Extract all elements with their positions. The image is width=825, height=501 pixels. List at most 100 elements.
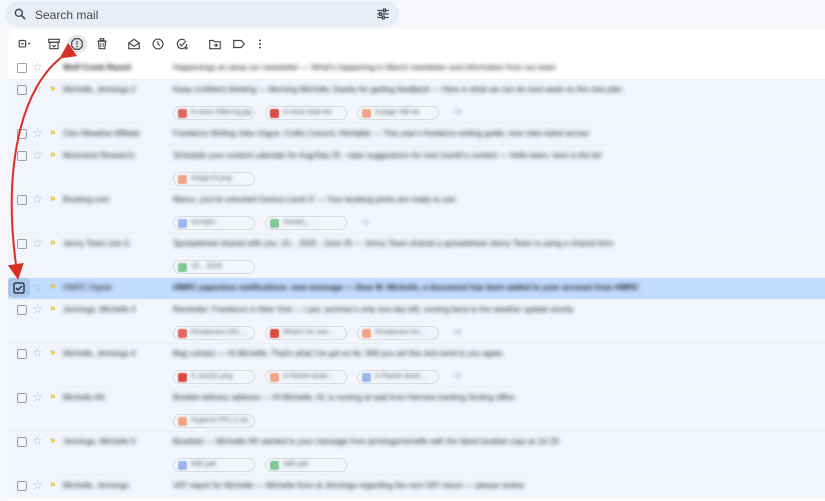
star-icon[interactable]: ☆: [32, 126, 43, 140]
importance-marker-icon[interactable]: »: [50, 127, 56, 138]
email-row-main[interactable]: ☆ » Booking.com Marco, you've unlocked Geni…: [8, 190, 825, 212]
more-attachments-count[interactable]: +2: [453, 373, 461, 380]
row-checkbox[interactable]: [17, 85, 27, 95]
row-checkbox[interactable]: [17, 349, 27, 359]
attachment-chip[interactable]: A Packer.book...: [357, 370, 439, 384]
more-attachments-count[interactable]: +3: [453, 109, 461, 116]
move-to-button[interactable]: [206, 35, 224, 53]
more-options-button[interactable]: [254, 35, 266, 53]
attachment-name: 10... 2025: [191, 263, 223, 270]
snooze-button[interactable]: [149, 35, 167, 53]
email-row[interactable]: ☆ » Jennings, Michelle 4 Reminder: Freelanc…: [8, 300, 825, 344]
importance-marker-icon[interactable]: »: [50, 193, 56, 204]
star-icon[interactable]: ☆: [32, 148, 43, 162]
row-checkbox[interactable]: [17, 151, 27, 161]
star-icon[interactable]: ☆: [32, 302, 43, 316]
star-icon[interactable]: ☆: [32, 192, 43, 206]
search-input[interactable]: Search mail: [35, 8, 98, 22]
archive-button[interactable]: [45, 35, 63, 53]
attachment-chip[interactable]: A news Offering.jpg: [173, 106, 255, 120]
email-row-main[interactable]: ☆ » Michelle, Jennings 2 Keep confident thi…: [8, 80, 825, 102]
email-row[interactable]: ☆ » HMRC Digital HMRC paperless notificatio…: [8, 278, 825, 300]
row-checkbox[interactable]: [17, 129, 27, 139]
email-row-main[interactable]: ☆ » Jennings, Michelle 5 Booklets — Michell…: [8, 432, 825, 454]
star-icon[interactable]: ☆: [32, 390, 43, 404]
attachment-chip[interactable]: IMG.pdf: [265, 458, 347, 472]
star-icon[interactable]: ☆: [32, 346, 43, 360]
attachment-chip[interactable]: A Packer.book...: [265, 370, 347, 384]
mail-list-panel: ☆ Wolf Creek Ranch Happenings at camp our …: [8, 29, 825, 501]
star-icon[interactable]: ☆: [32, 82, 43, 96]
importance-marker-icon[interactable]: »: [50, 281, 56, 292]
email-row[interactable]: ☆ » Cleo Meadow Affiliate Freelance Writing…: [8, 124, 825, 146]
report-spam-button[interactable]: [67, 35, 87, 53]
attachment-chip[interactable]: Hygiene PP1.1.xls: [173, 414, 255, 428]
email-row[interactable]: ☆ » Jenny Team (via G. Spreadsheet shared w…: [8, 234, 825, 278]
star-icon[interactable]: ☆: [32, 236, 43, 250]
row-checkbox[interactable]: [17, 481, 27, 491]
star-icon[interactable]: ☆: [32, 280, 43, 294]
star-icon[interactable]: ☆: [32, 434, 43, 448]
row-checkbox[interactable]: [17, 63, 27, 73]
star-icon[interactable]: ☆: [32, 60, 43, 74]
email-row-main[interactable]: ☆ » Michelle, Jennings VAT report for Miche…: [8, 476, 825, 498]
folder-move-icon: [209, 39, 221, 50]
attachment-chip[interactable]: IMG.pdf: [173, 458, 255, 472]
email-row-main[interactable]: ☆ » Michelle, Jennings 4 Bag contact — Hi M…: [8, 344, 825, 366]
email-row[interactable]: ☆ » Michelle, Jennings 4 Bag contact — Hi M…: [8, 344, 825, 388]
attachment-chip[interactable]: A page HM eit: [357, 106, 439, 120]
attachment-chip[interactable]: image15.png: [173, 172, 255, 186]
importance-marker-icon[interactable]: »: [50, 149, 56, 160]
email-row-main[interactable]: ☆ » Jenny Team (via G. Spreadsheet shared w…: [8, 234, 825, 256]
selected-checkbox-highlight[interactable]: [8, 278, 30, 297]
attachment-chip[interactable]: 10... 2025: [173, 260, 255, 274]
checkbox-dropdown-icon: [18, 39, 31, 48]
email-row-main[interactable]: ☆ » Cleo Meadow Affiliate Freelance Writing…: [8, 124, 825, 146]
email-row-main[interactable]: ☆ » Moonshot Research Schedule your content…: [8, 146, 825, 168]
star-icon[interactable]: ☆: [32, 478, 43, 492]
attachment-chip[interactable]: A news lead list.: [265, 106, 347, 120]
select-all-checkbox[interactable]: [14, 35, 36, 53]
email-row[interactable]: ☆ Wolf Creek Ranch Happenings at camp our …: [8, 58, 825, 80]
importance-marker-icon[interactable]: »: [50, 435, 56, 446]
attachment-chip[interactable]: Restaurant loc...: [357, 326, 439, 340]
add-to-tasks-button[interactable]: [173, 35, 191, 53]
attachment-chip[interactable]: receipts: [173, 216, 255, 230]
labels-button[interactable]: [230, 35, 248, 53]
attachment-chip[interactable]: receipt_...: [265, 216, 347, 230]
email-sender: Jennings, Michelle 5: [63, 437, 136, 446]
importance-marker-icon[interactable]: »: [50, 83, 56, 94]
more-attachments-count[interactable]: +2: [453, 329, 461, 336]
email-sender: Jenny Team (via G.: [63, 239, 132, 248]
importance-marker-icon[interactable]: »: [50, 237, 56, 248]
importance-marker-icon[interactable]: »: [50, 347, 56, 358]
search-bar[interactable]: Search mail: [5, 1, 399, 27]
attachment-chip[interactable]: What's for sea...: [265, 326, 347, 340]
email-row[interactable]: ☆ » Jennings, Michelle 5 Booklets — Michell…: [8, 432, 825, 476]
more-attachments-count[interactable]: +1: [361, 219, 369, 226]
importance-marker-icon[interactable]: »: [50, 479, 56, 490]
row-checkbox[interactable]: [17, 239, 27, 249]
email-row[interactable]: ☆ » Michelle, Jennings VAT report for Miche…: [8, 476, 825, 498]
email-row-main[interactable]: ☆ Wolf Creek Ranch Happenings at camp our …: [8, 58, 825, 80]
delete-button[interactable]: [93, 35, 111, 53]
mark-as-read-button[interactable]: [125, 35, 143, 53]
email-row-main[interactable]: ☆ » Michelle KK Booklet delivery address — …: [8, 388, 825, 410]
email-subject: Schedule your content calendar for Aug/S…: [173, 151, 602, 160]
row-checkbox[interactable]: [17, 437, 27, 447]
email-row[interactable]: ☆ » Michelle, Jennings 2 Keep confident thi…: [8, 80, 825, 124]
attachment-chip[interactable]: A 1et181.png: [173, 370, 255, 384]
email-row-main[interactable]: ☆ » Jennings, Michelle 4 Reminder: Freelanc…: [8, 300, 825, 322]
row-checkbox[interactable]: [17, 305, 27, 315]
email-row-main[interactable]: ☆ » HMRC Digital HMRC paperless notificatio…: [8, 278, 825, 300]
row-checkbox[interactable]: [17, 393, 27, 403]
importance-marker-icon[interactable]: »: [50, 391, 56, 402]
email-row[interactable]: ☆ » Booking.com Marco, you've unlocked Geni…: [8, 190, 825, 234]
attachment-chip[interactable]: Restaurant 202...: [173, 326, 255, 340]
importance-marker-icon[interactable]: »: [50, 303, 56, 314]
row-checkbox[interactable]: [17, 195, 27, 205]
email-row[interactable]: ☆ » Moonshot Research Schedule your content…: [8, 146, 825, 190]
email-sender: Booking.com: [63, 195, 110, 204]
tune-icon[interactable]: [376, 7, 390, 21]
email-row[interactable]: ☆ » Michelle KK Booklet delivery address — …: [8, 388, 825, 432]
